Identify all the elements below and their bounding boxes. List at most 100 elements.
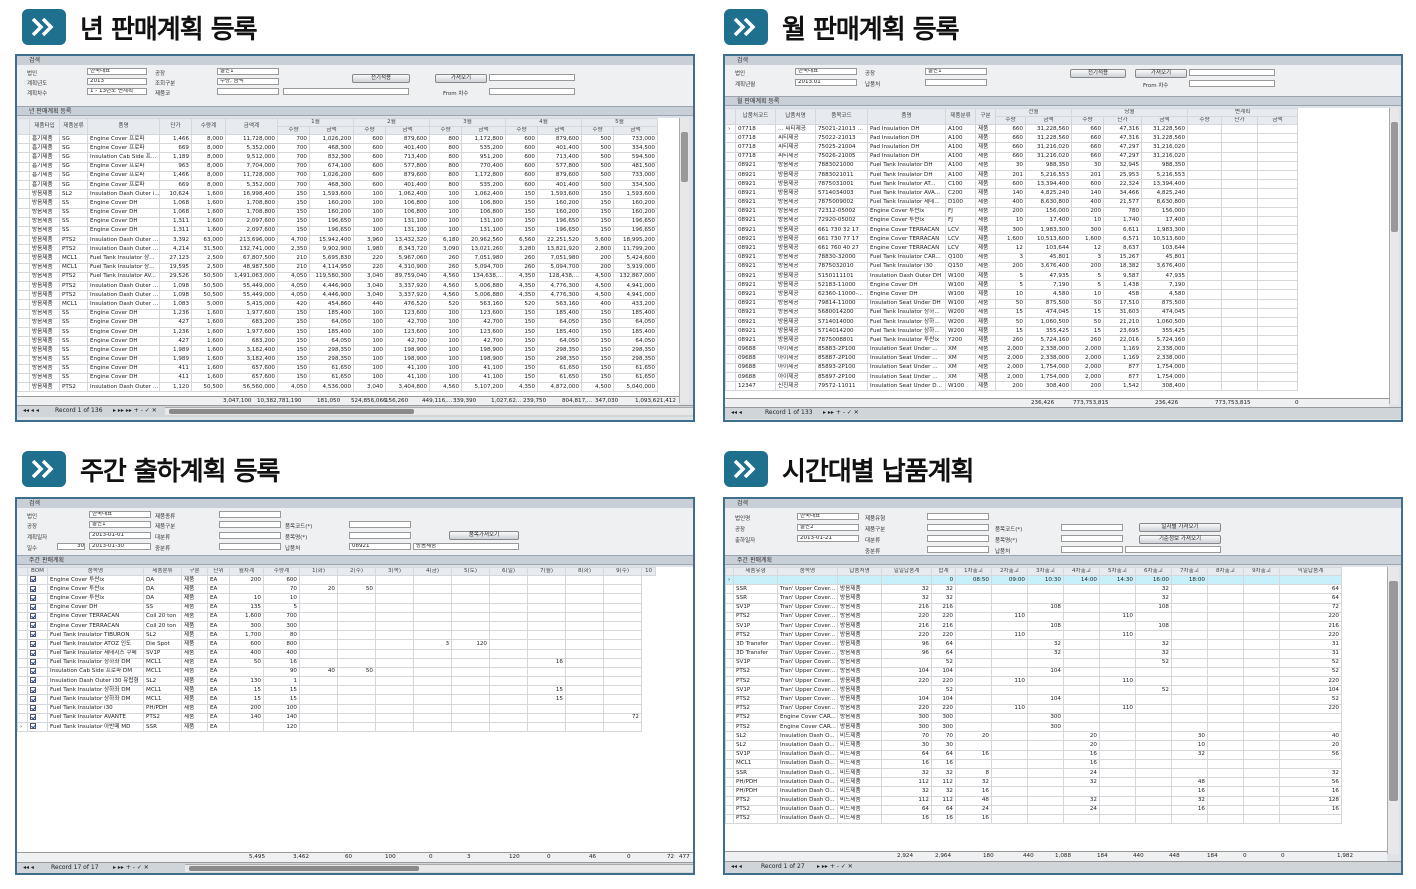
vertical-scrollbar[interactable] bbox=[1389, 108, 1399, 404]
corp-select[interactable]: 한국대표 bbox=[797, 513, 859, 520]
table-row[interactable]: 08921 방음제공 7875008801 Fuel Tank Insulator 투… bbox=[725, 335, 1299, 346]
import-by-date-button[interactable]: 일자별 가져오기 bbox=[1139, 523, 1221, 532]
table-row[interactable]: 08921 방음제공 7875009002 Fuel Tank Insulator 제… bbox=[725, 197, 1299, 208]
yearly-grid[interactable]: 제품타입 제품분류 품명 단가 수량계 금액계 1월 2월 3월 4월 5월 수량 금액 수량 금액 수량 금액… bbox=[17, 118, 679, 403]
checkbox[interactable] bbox=[30, 659, 36, 666]
table-row[interactable]: › 07718… 씨티제공 75021-21013 … Pad Insulation … bbox=[725, 123, 1299, 135]
checkbox[interactable] bbox=[30, 594, 36, 601]
import-items-button[interactable]: 품목가져오기 bbox=[449, 531, 519, 540]
table-row[interactable]: 방음제품 MCL1 Fuel Tank Insulator 상... 19,595 2,… bbox=[17, 262, 658, 273]
table-row[interactable]: PTS2 Tran' Upper Cover... 방음제품 220 220 110 110… bbox=[725, 703, 1342, 714]
table-row[interactable]: Fuel Tank Insulator i30 PH/PDH 제품 EA 200 100 bbox=[17, 703, 656, 714]
import-select[interactable] bbox=[489, 74, 575, 81]
view-type-select[interactable]: 수량, 금액 bbox=[217, 78, 279, 85]
table-row[interactable]: SV1P Tran' Upper Cover... 방음제품 216 216 108 108… bbox=[725, 620, 1342, 632]
prev-apply-button[interactable]: 전기적용 bbox=[1070, 69, 1126, 78]
product-class-select[interactable] bbox=[219, 521, 281, 528]
checkbox[interactable] bbox=[30, 668, 36, 675]
vertical-scrollbar[interactable] bbox=[1387, 567, 1399, 854]
table-row[interactable]: 09688 아이제공 85887-2P100 Insulation Seat Unde… bbox=[725, 353, 1299, 364]
table-row[interactable]: 흡기제품 SG Engine Cover 프로파 1,466 8,000 11,728,0… bbox=[17, 133, 658, 145]
end-date-select[interactable]: 2013-01-30 bbox=[89, 543, 151, 550]
table-row[interactable]: PTS2 Tran' Upper Cover... 방음제품 220 220 110 110… bbox=[725, 676, 1342, 687]
checkbox[interactable] bbox=[30, 695, 36, 702]
checkbox[interactable] bbox=[30, 640, 36, 647]
import-button[interactable]: 가져오기 bbox=[435, 74, 487, 83]
table-row[interactable]: 방음제품 MCL1 Fuel Tank Insulator 상... 27,123 2,… bbox=[17, 253, 658, 264]
table-row[interactable]: 방음제품 PTS2 Insulation Dash Outer ... 4,214 31… bbox=[17, 244, 658, 255]
table-row[interactable]: 방음제품 MCL1 Insulation Dash Outer ... 1,083 5,… bbox=[17, 299, 658, 310]
checkbox[interactable] bbox=[30, 576, 36, 583]
customer-name-input[interactable]: 방음제품 bbox=[413, 543, 519, 550]
monthly-grid[interactable]: 납품처코드 납품처명 품목코드 품명 제품분류 구분 전월 당월 변계획 수량 금액 수량 단가 금액 수량… bbox=[725, 108, 1389, 404]
table-row[interactable]: 08921 방음제공 78830-32000 Fuel Tank Insulator … bbox=[725, 252, 1299, 263]
table-row[interactable]: Engine Cover 투싼ix DA 제품 EA 10 10 bbox=[17, 593, 656, 604]
table-row[interactable]: 08921 방음제공 79814-11000 Insulation Seat Unde… bbox=[725, 298, 1299, 309]
year-select[interactable]: 2013 bbox=[87, 78, 147, 85]
table-row[interactable]: 흡기제품 SG Insulation Cab Side 프... 1,189 8,000… bbox=[17, 152, 658, 163]
table-row[interactable]: Fuel Tank Insulator 상하좌 DM MCL1 제품 EA 15 15 15 bbox=[17, 694, 656, 705]
year-month-select[interactable]: 2013.01 bbox=[795, 79, 857, 86]
prev-apply-button[interactable]: 전기적용 bbox=[352, 74, 410, 83]
table-row[interactable]: SV1P Tran' Upper Cover... 방음제품 52 52 52 bbox=[725, 657, 1342, 668]
product-class-select[interactable] bbox=[927, 524, 989, 531]
table-row[interactable]: SL2 Insulation Dash O... 비드제품 30 30 20 10 20 bbox=[725, 740, 1342, 751]
table-row[interactable]: SL2 Insulation Dash O... 비드제품 70 70 20 20 30 40 bbox=[725, 731, 1342, 742]
checkbox[interactable] bbox=[30, 585, 36, 592]
days-input[interactable]: 30 bbox=[57, 543, 85, 550]
import-select[interactable] bbox=[1189, 69, 1275, 76]
table-row[interactable]: Engine Cover TERRACAN Coil 20 ton 제품 EA 300 3… bbox=[17, 620, 656, 632]
plan-seq-select[interactable]: 1 - 13년도 변계획 bbox=[87, 88, 147, 95]
table-row[interactable]: 08921 방음제공 5150111101 Insulation Dash Outer… bbox=[725, 270, 1299, 282]
checkbox[interactable] bbox=[30, 622, 36, 629]
table-row[interactable]: Engine Cover 투싼ix DA 제품 EA 200 600 bbox=[17, 574, 656, 586]
nav-next-icon[interactable]: ▸ ▸▸ + - ✓ ✕ bbox=[823, 408, 859, 417]
table-row[interactable]: 07718 씨티제공 75025-21004 Pad Insulation DH A10… bbox=[725, 142, 1299, 153]
table-row[interactable]: SSR Insulation Dash O... 비드제품 32 32 8 24 32 bbox=[725, 767, 1342, 779]
table-row[interactable]: 흡기제품 SG Engine Cover 프로파 669 8,000 5,352,000 7… bbox=[17, 143, 658, 154]
nav-first-icon[interactable]: ◂◂ ◂ bbox=[731, 408, 742, 417]
product-name-input[interactable] bbox=[283, 88, 409, 95]
customer-code-input[interactable] bbox=[1061, 546, 1123, 553]
checkbox[interactable] bbox=[30, 631, 36, 638]
nav-first-icon[interactable]: ◂◂ ◂ bbox=[731, 862, 742, 871]
product-type-select[interactable] bbox=[927, 513, 989, 520]
corp-select[interactable]: 한국대표 bbox=[795, 68, 857, 75]
table-row[interactable]: PH/PDH Insulation Dash O... 비드제품 32 32 16 16 16 bbox=[725, 786, 1342, 797]
table-row[interactable]: 08921 방음제공 5680014200 Fuel Tank Insulator 상… bbox=[725, 307, 1299, 318]
item-name-input[interactable] bbox=[349, 532, 411, 539]
table-row[interactable]: PTS2 Insulation Dash O... 비드제품 16 16 16 bbox=[725, 813, 1342, 825]
corp-select[interactable]: 한국대표 bbox=[87, 68, 147, 75]
customer-code-input[interactable]: 08921 bbox=[349, 543, 411, 550]
from-seq-select[interactable] bbox=[1189, 80, 1275, 87]
table-row[interactable]: 08921 방음제공 72920-05002 Engine Cover 투싼ix FJ 제… bbox=[725, 215, 1299, 227]
table-row[interactable]: 07718 씨티제공 75026-21005 Pad Insulation DH A10… bbox=[725, 151, 1299, 162]
product-code-input[interactable] bbox=[217, 88, 279, 95]
table-row[interactable]: Fuel Tank Insulator 상하좌 DM MCL1 제품 EA 15 15 15 bbox=[17, 685, 656, 696]
table-row[interactable]: 방음제품 PTS2 Insulation Dash Outer ... 1,098 50… bbox=[17, 290, 658, 301]
table-row[interactable]: 흡기제품 SG Engine Cover 프로파 669 8,000 5,352,000 7… bbox=[17, 179, 658, 191]
table-row[interactable]: 방음제품 PTS2 Insulation Dash Outer ... 1,098 50… bbox=[17, 280, 658, 292]
table-row[interactable]: 방음제품 SS Engine Cover DH 1,311 1,600 2,097,600… bbox=[17, 216, 658, 227]
table-row[interactable]: PTS2 Tran' Upper Cover... 방음제품 220 220 110 110… bbox=[725, 611, 1342, 622]
table-row[interactable]: 08921 방음제공 62360-11000-... Engine Cover DH W… bbox=[725, 289, 1299, 300]
product-type-select[interactable] bbox=[219, 511, 281, 518]
plant-select[interactable]: 울산1 bbox=[925, 68, 987, 75]
table-row[interactable]: 방음제품 PTS2 Insulation Dash Outer ... 3,392 63… bbox=[17, 235, 658, 246]
table-row[interactable]: 방음제품 PTS2 Insulation Dash Outer ... 1,120 50… bbox=[17, 382, 658, 393]
table-row[interactable]: 흡기제품 SG Engine Cover 프로파 1,466 8,000 11,728,0… bbox=[17, 170, 658, 181]
table-row-current[interactable]: › 0 08:50 09:00 10:30 14:00 14:30 16:00 18:00 bbox=[725, 574, 1342, 586]
minor-class-select[interactable] bbox=[927, 546, 989, 553]
table-row[interactable]: Engine Cover 투싼ix DA 제품 EA 70 20 50 bbox=[17, 584, 656, 595]
table-row[interactable]: 흡기제품 SG Engine Cover 프로파 963 8,000 7,704,000 7… bbox=[17, 161, 658, 172]
table-row[interactable]: 방음제품 SS Engine Cover DH 1,989 1,600 3,182,400… bbox=[17, 345, 658, 356]
minor-class-select[interactable] bbox=[219, 543, 281, 550]
table-row[interactable]: SV1P Tran' Upper Cover... 방음제품 52 52 104 bbox=[725, 685, 1342, 696]
checkbox[interactable] bbox=[30, 705, 36, 711]
nav-next-icon[interactable]: ▸ ▸▸ + - ✓ ✕ bbox=[817, 862, 853, 871]
table-row[interactable]: 3D Transfer Tran' Upper Cover... 방음제품 96 64 3… bbox=[725, 648, 1342, 659]
table-row[interactable]: SV1P Insulation Dash O... 비드제품 64 64 16 16 32 56 bbox=[725, 749, 1342, 760]
table-row[interactable]: Fuel Tank Insulator 제네시스 쿠페 SV1P 제품 EA 400 40… bbox=[17, 648, 656, 659]
table-row[interactable]: 09688 아이제공 85897-2P100 Insulation Seat Unde… bbox=[725, 372, 1299, 383]
table-row[interactable]: PTS2 Insulation Dash O... 비드제품 64 64 24 24 16 16 bbox=[725, 804, 1342, 815]
